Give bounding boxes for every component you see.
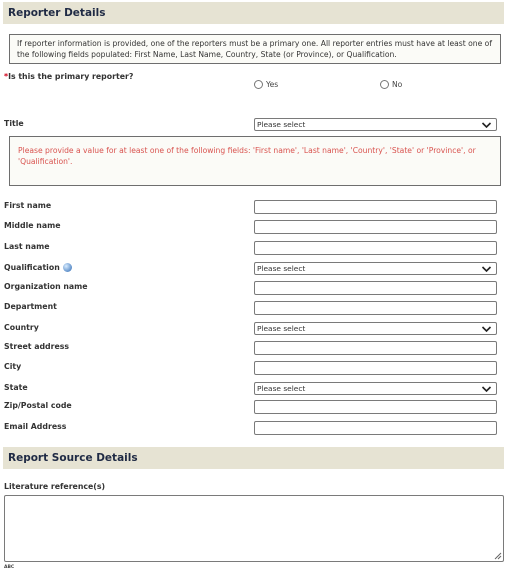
radio-circle-icon [254,80,263,89]
chevron-down-icon [481,266,492,273]
primary-yes-radio[interactable]: Yes [254,80,278,89]
state-label: State [4,383,28,392]
radio-circle-icon [380,80,389,89]
email-input[interactable] [254,421,497,435]
zip-input[interactable] [254,400,497,414]
zip-label: Zip/Postal code [4,401,72,410]
city-input[interactable] [254,361,497,375]
country-select[interactable]: Please select [254,322,497,335]
literature-textarea[interactable] [4,495,504,562]
primary-reporter-question: Is this the primary reporter? [8,72,134,81]
primary-no-radio[interactable]: No [380,80,402,89]
qualification-label-text: Qualification [4,263,60,272]
street-label: Street address [4,342,70,351]
middle-name-input[interactable] [254,220,497,234]
chevron-down-icon [481,326,492,333]
qualification-label: Qualification [4,262,72,273]
street-input[interactable] [254,341,497,355]
reporter-info-text: If reporter information is provided, one… [17,39,493,59]
reporter-details-title: Reporter Details [8,7,106,19]
info-icon[interactable] [62,262,72,272]
validation-error-text: Please provide a value for at least one … [18,146,476,166]
state-select[interactable]: Please select [254,382,497,395]
title-select[interactable]: Please select [254,118,497,131]
qualification-select-value: Please select [257,264,306,273]
resize-handle-icon[interactable] [493,551,502,560]
department-input[interactable] [254,301,497,315]
literature-label: Literature reference(s) [4,482,106,491]
last-name-input[interactable] [254,241,497,255]
primary-reporter-label: *Is this the primary reporter? [4,72,133,81]
first-name-label: First name [4,201,52,210]
organization-label: Organization name [4,282,88,291]
qualification-select[interactable]: Please select [254,262,497,275]
reporter-info-box: If reporter information is provided, one… [9,34,501,64]
title-label: Title [4,119,24,128]
primary-no-label: No [392,80,403,89]
email-label: Email Address [4,422,67,431]
department-label: Department [4,302,57,311]
primary-yes-label: Yes [266,80,279,89]
reporter-details-header: Reporter Details [3,2,504,24]
spellcheck-label: ABC [4,565,15,570]
validation-error-box: Please provide a value for at least one … [9,136,501,186]
chevron-down-icon [481,386,492,393]
report-source-title: Report Source Details [8,452,138,464]
last-name-label: Last name [4,242,50,251]
city-label: City [4,362,22,371]
country-label: Country [4,323,39,332]
chevron-down-icon [481,122,492,129]
state-select-value: Please select [257,384,306,393]
middle-name-label: Middle name [4,221,61,230]
organization-input[interactable] [254,281,497,295]
title-select-value: Please select [257,120,306,129]
report-source-header: Report Source Details [3,447,504,469]
country-select-value: Please select [257,324,306,333]
first-name-input[interactable] [254,200,497,214]
